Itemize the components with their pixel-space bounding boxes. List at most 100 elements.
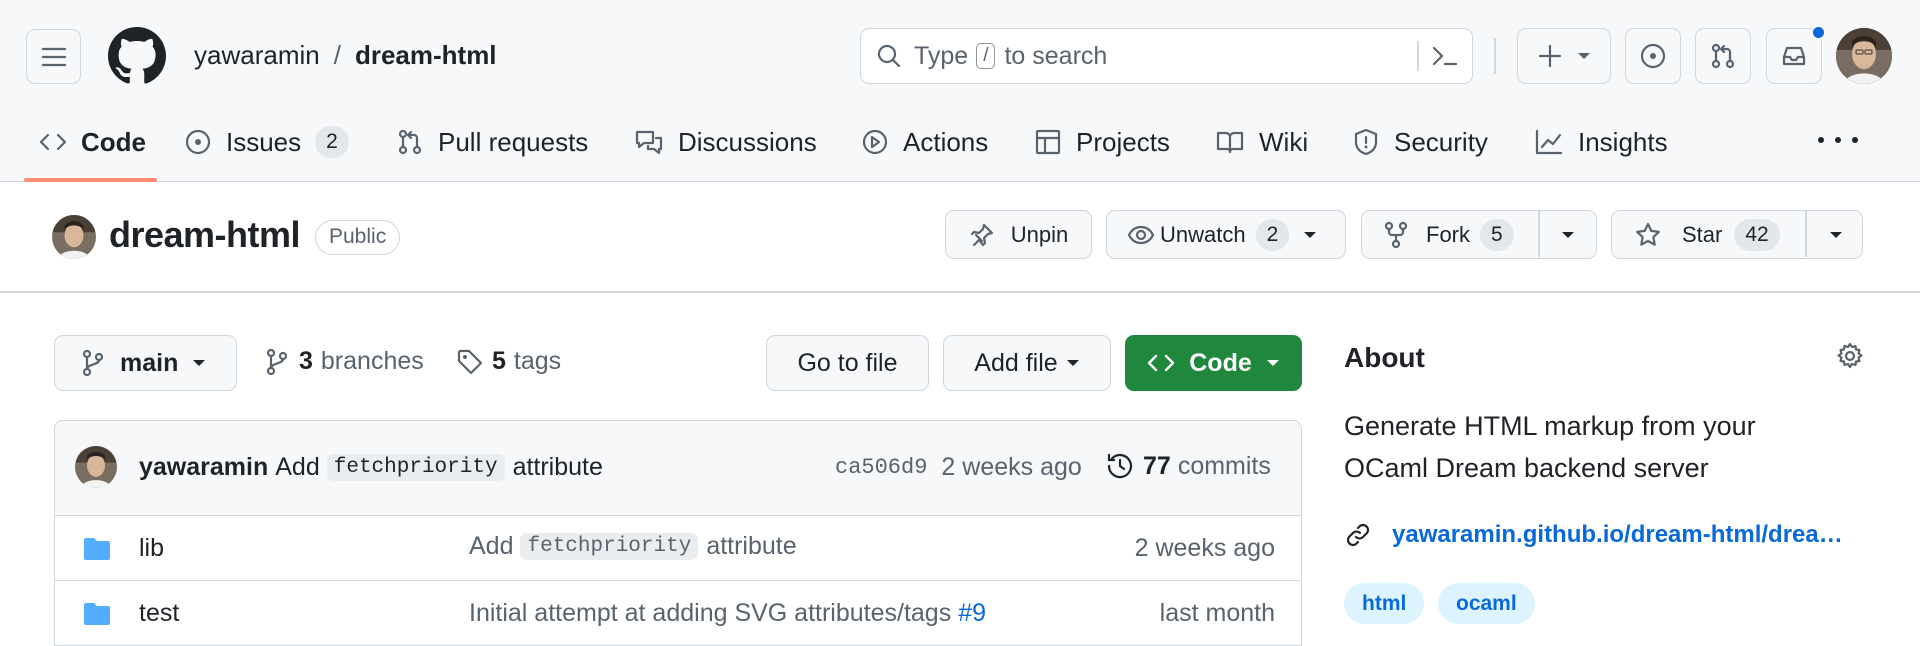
- add-file-label: Add file: [974, 348, 1058, 377]
- pull-request-icon: [396, 128, 424, 156]
- tab-actions[interactable]: Actions: [861, 114, 988, 170]
- go-to-file-button[interactable]: Go to file: [766, 335, 929, 391]
- code-icon: [1147, 351, 1175, 375]
- row-commit-suffix[interactable]: attribute: [706, 532, 796, 561]
- issue-icon: [1639, 42, 1667, 70]
- menu-button[interactable]: [26, 29, 81, 84]
- row-time: 2 weeks ago: [1134, 534, 1275, 562]
- command-palette-icon[interactable]: [1431, 43, 1459, 69]
- repo-title[interactable]: dream-html: [109, 214, 301, 256]
- about-settings-icon[interactable]: [1835, 341, 1865, 371]
- row-commit-prefix[interactable]: Add: [469, 532, 513, 561]
- history-icon: [1105, 451, 1135, 481]
- github-logo[interactable]: [108, 27, 166, 85]
- more-tabs-icon[interactable]: [1818, 128, 1858, 152]
- tab-label: Insights: [1578, 126, 1668, 157]
- commit-message-prefix[interactable]: Add: [275, 453, 319, 482]
- code-button[interactable]: Code: [1125, 335, 1302, 391]
- star-count: 42: [1734, 218, 1780, 251]
- commit-author[interactable]: yawaramin: [139, 453, 268, 482]
- branches-link[interactable]: 3 branches: [265, 347, 424, 376]
- search-icon: [876, 43, 902, 69]
- play-icon: [861, 128, 889, 156]
- homepage-link[interactable]: yawaramin.github.io/dream-html/drea…: [1344, 521, 1843, 549]
- branch-name: main: [120, 348, 179, 377]
- tab-insights[interactable]: Insights: [1534, 114, 1668, 170]
- tags-link[interactable]: 5 tags: [456, 347, 561, 376]
- fork-button[interactable]: Fork 5: [1361, 210, 1597, 259]
- tab-discussions[interactable]: Discussions: [634, 114, 817, 170]
- tab-label: Issues: [226, 126, 302, 157]
- caret-down-icon[interactable]: [1829, 230, 1843, 240]
- issues-count-badge: 2: [315, 126, 349, 158]
- active-tab-underline: [24, 178, 157, 182]
- row-commit-issue-link[interactable]: #9: [958, 599, 986, 628]
- owner-link[interactable]: yawaramin: [194, 40, 320, 71]
- tab-label: Discussions: [678, 126, 817, 157]
- tag-icon: [456, 348, 484, 376]
- file-row[interactable]: lib Add fetchpriority attribute 2 weeks …: [55, 516, 1301, 581]
- pull-request-icon: [1709, 42, 1737, 70]
- book-icon: [1215, 128, 1245, 156]
- branch-selector[interactable]: main: [54, 335, 237, 391]
- file-name[interactable]: test: [139, 599, 179, 628]
- tab-issues[interactable]: Issues 2: [184, 114, 349, 170]
- fork-count: 5: [1480, 218, 1514, 251]
- topic-tag[interactable]: ocaml: [1438, 583, 1535, 624]
- create-new-button[interactable]: [1517, 28, 1611, 84]
- file-name[interactable]: lib: [139, 534, 164, 563]
- link-icon: [1344, 521, 1372, 549]
- search-placeholder-suffix: to search: [1004, 41, 1108, 70]
- repo-owner-avatar: [52, 215, 96, 259]
- tab-wiki[interactable]: Wiki: [1215, 114, 1308, 170]
- tab-label: Actions: [903, 126, 989, 157]
- search-input[interactable]: Type / to search: [860, 28, 1473, 84]
- branches-count: 3: [299, 347, 313, 375]
- commit-message-suffix[interactable]: attribute: [513, 453, 603, 482]
- tab-security[interactable]: Security: [1352, 114, 1488, 170]
- plus-icon: [1537, 43, 1563, 69]
- pin-icon: [969, 222, 995, 248]
- file-row[interactable]: test Initial attempt at adding SVG attri…: [55, 581, 1301, 646]
- graph-icon: [1534, 128, 1564, 156]
- tab-pull-requests[interactable]: Pull requests: [396, 114, 588, 170]
- row-commit-code[interactable]: fetchpriority: [520, 533, 699, 560]
- tab-label: Security: [1394, 126, 1488, 157]
- slash-key: /: [976, 43, 996, 69]
- repo-link[interactable]: dream-html: [355, 40, 497, 71]
- tab-label: Pull requests: [438, 126, 589, 157]
- table-icon: [1034, 128, 1062, 156]
- unpin-button[interactable]: Unpin: [945, 210, 1092, 259]
- commits-history-link[interactable]: 77 commits: [1105, 451, 1271, 481]
- topic-tag[interactable]: html: [1344, 583, 1425, 624]
- code-button-label: Code: [1189, 348, 1252, 377]
- shield-icon: [1352, 127, 1380, 157]
- commit-author-avatar[interactable]: [75, 446, 117, 488]
- unwatch-button[interactable]: Unwatch 2: [1106, 210, 1346, 259]
- latest-commit-bar: yawaramin Add fetchpriority attribute ca…: [55, 421, 1301, 516]
- commits-count: 77: [1143, 451, 1171, 480]
- row-commit-message[interactable]: Initial attempt at adding SVG attributes…: [469, 599, 951, 628]
- visibility-badge: Public: [315, 220, 401, 255]
- search-divider: [1417, 41, 1419, 71]
- add-file-button[interactable]: Add file: [943, 335, 1111, 391]
- tab-label: Code: [81, 126, 146, 157]
- commit-time: 2 weeks ago: [941, 453, 1082, 481]
- fork-split-divider: [1538, 211, 1540, 257]
- commit-message-code[interactable]: fetchpriority: [326, 454, 505, 481]
- issues-button[interactable]: [1625, 28, 1681, 84]
- caret-down-icon: [192, 358, 206, 368]
- commit-sha[interactable]: ca506d9: [835, 455, 927, 480]
- branches-label: branches: [320, 347, 424, 375]
- folder-icon: [82, 601, 112, 627]
- about-description-line2: OCaml Dream backend server: [1344, 453, 1709, 483]
- pull-requests-button[interactable]: [1695, 28, 1751, 84]
- tab-code[interactable]: Code: [39, 114, 146, 170]
- user-avatar[interactable]: [1836, 28, 1892, 84]
- homepage-url[interactable]: yawaramin.github.io/dream-html/drea…: [1392, 521, 1843, 549]
- star-button[interactable]: Star 42: [1611, 210, 1863, 259]
- caret-down-icon: [1066, 358, 1080, 368]
- watch-count: 2: [1255, 218, 1290, 251]
- tab-projects[interactable]: Projects: [1034, 114, 1170, 170]
- caret-down-icon[interactable]: [1561, 230, 1575, 240]
